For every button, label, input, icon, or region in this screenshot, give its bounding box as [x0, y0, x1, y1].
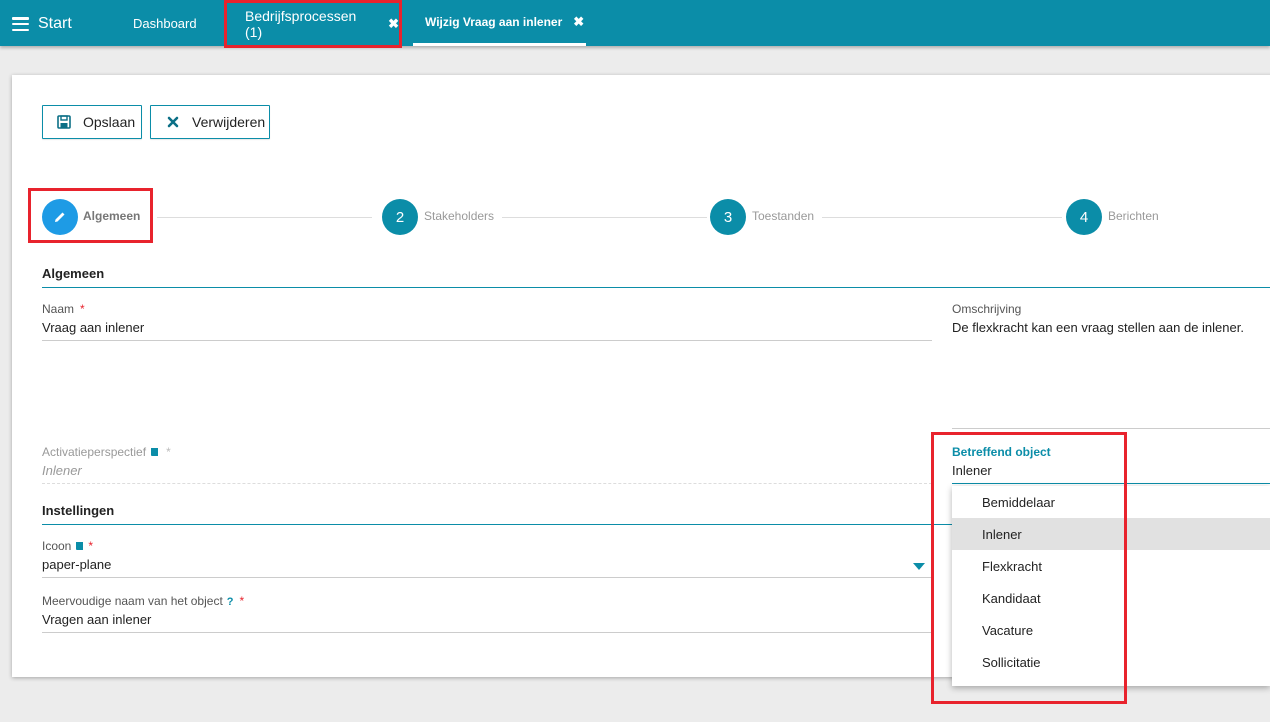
stepper-connector	[822, 217, 1062, 218]
naam-underline	[42, 340, 932, 341]
stepper-connector	[502, 217, 707, 218]
required-marker: *	[80, 302, 85, 316]
tab-bedrijfsprocessen[interactable]: Bedrijfsprocessen (1) ✖	[224, 0, 402, 48]
section-title-algemeen: Algemeen	[42, 266, 105, 281]
tab-wijzig-vraag-label: Wijzig Vraag aan inlener	[425, 14, 563, 29]
delete-button[interactable]: Verwijderen	[150, 105, 270, 139]
save-button-label: Opslaan	[83, 114, 136, 130]
book-icon	[151, 448, 159, 456]
omschrijving-field[interactable]: De flexkracht kan een vraag stellen aan …	[952, 320, 1244, 335]
start-menu-button[interactable]: Start	[12, 13, 72, 35]
chevron-down-icon[interactable]	[913, 563, 925, 570]
top-navigation-bar: Start Dashboard Bedrijfsprocessen (1) ✖ …	[0, 0, 1270, 48]
activatieperspectief-label: Activatieperspectief *	[42, 445, 171, 459]
delete-button-label: Verwijderen	[192, 114, 266, 130]
meervoudige-naam-field[interactable]: Vragen aan inlener	[42, 612, 151, 627]
required-marker: *	[88, 539, 94, 553]
naam-label: Naam *	[42, 302, 85, 316]
book-icon	[76, 542, 84, 550]
step-number: 2	[395, 208, 405, 226]
highlight-box	[28, 188, 153, 243]
tab-bedrijfsprocessen-label: Bedrijfsprocessen (1)	[245, 8, 357, 40]
close-icon[interactable]: ✖	[388, 16, 399, 32]
step-berichten[interactable]: 4	[1066, 199, 1102, 235]
start-label: Start	[38, 15, 72, 32]
omschrijving-label: Omschrijving	[952, 302, 1022, 316]
step-number: 4	[1079, 208, 1089, 226]
section-divider	[42, 524, 952, 525]
icoon-label: Icoon *	[42, 539, 94, 553]
naam-field[interactable]: Vraag aan inlener	[42, 320, 144, 335]
hamburger-icon	[12, 17, 29, 31]
omschrijving-underline	[952, 428, 1270, 429]
required-marker: *	[166, 445, 171, 459]
close-icon[interactable]: ✖	[573, 14, 584, 30]
step-label-toestanden[interactable]: Toestanden	[752, 209, 814, 223]
icoon-select[interactable]: paper-plane	[42, 557, 111, 572]
highlight-box	[931, 432, 1127, 704]
help-icon[interactable]: ?	[227, 596, 234, 608]
step-stakeholders[interactable]: 2	[382, 199, 418, 235]
tab-wijzig-vraag[interactable]: Wijzig Vraag aan inlener ✖	[413, 0, 586, 46]
activatieperspectief-field: Inlener	[42, 463, 82, 478]
delete-x-icon	[165, 114, 181, 130]
tab-dashboard-label: Dashboard	[133, 15, 197, 31]
floppy-disk-icon	[56, 114, 72, 130]
section-divider	[42, 287, 1270, 288]
required-marker: *	[239, 594, 245, 608]
step-number: 3	[723, 208, 733, 226]
step-toestanden[interactable]: 3	[710, 199, 746, 235]
save-button[interactable]: Opslaan	[42, 105, 142, 139]
activatieperspectief-underline	[42, 483, 932, 484]
icoon-underline	[42, 577, 932, 578]
section-title-instellingen: Instellingen	[42, 503, 115, 518]
step-label-stakeholders[interactable]: Stakeholders	[424, 209, 494, 223]
tab-dashboard[interactable]: Dashboard	[133, 0, 197, 46]
meervoudige-naam-underline	[42, 632, 932, 633]
meervoudige-naam-label: Meervoudige naam van het object? *	[42, 594, 245, 608]
stepper-connector	[157, 217, 372, 218]
step-label-berichten[interactable]: Berichten	[1108, 209, 1159, 223]
